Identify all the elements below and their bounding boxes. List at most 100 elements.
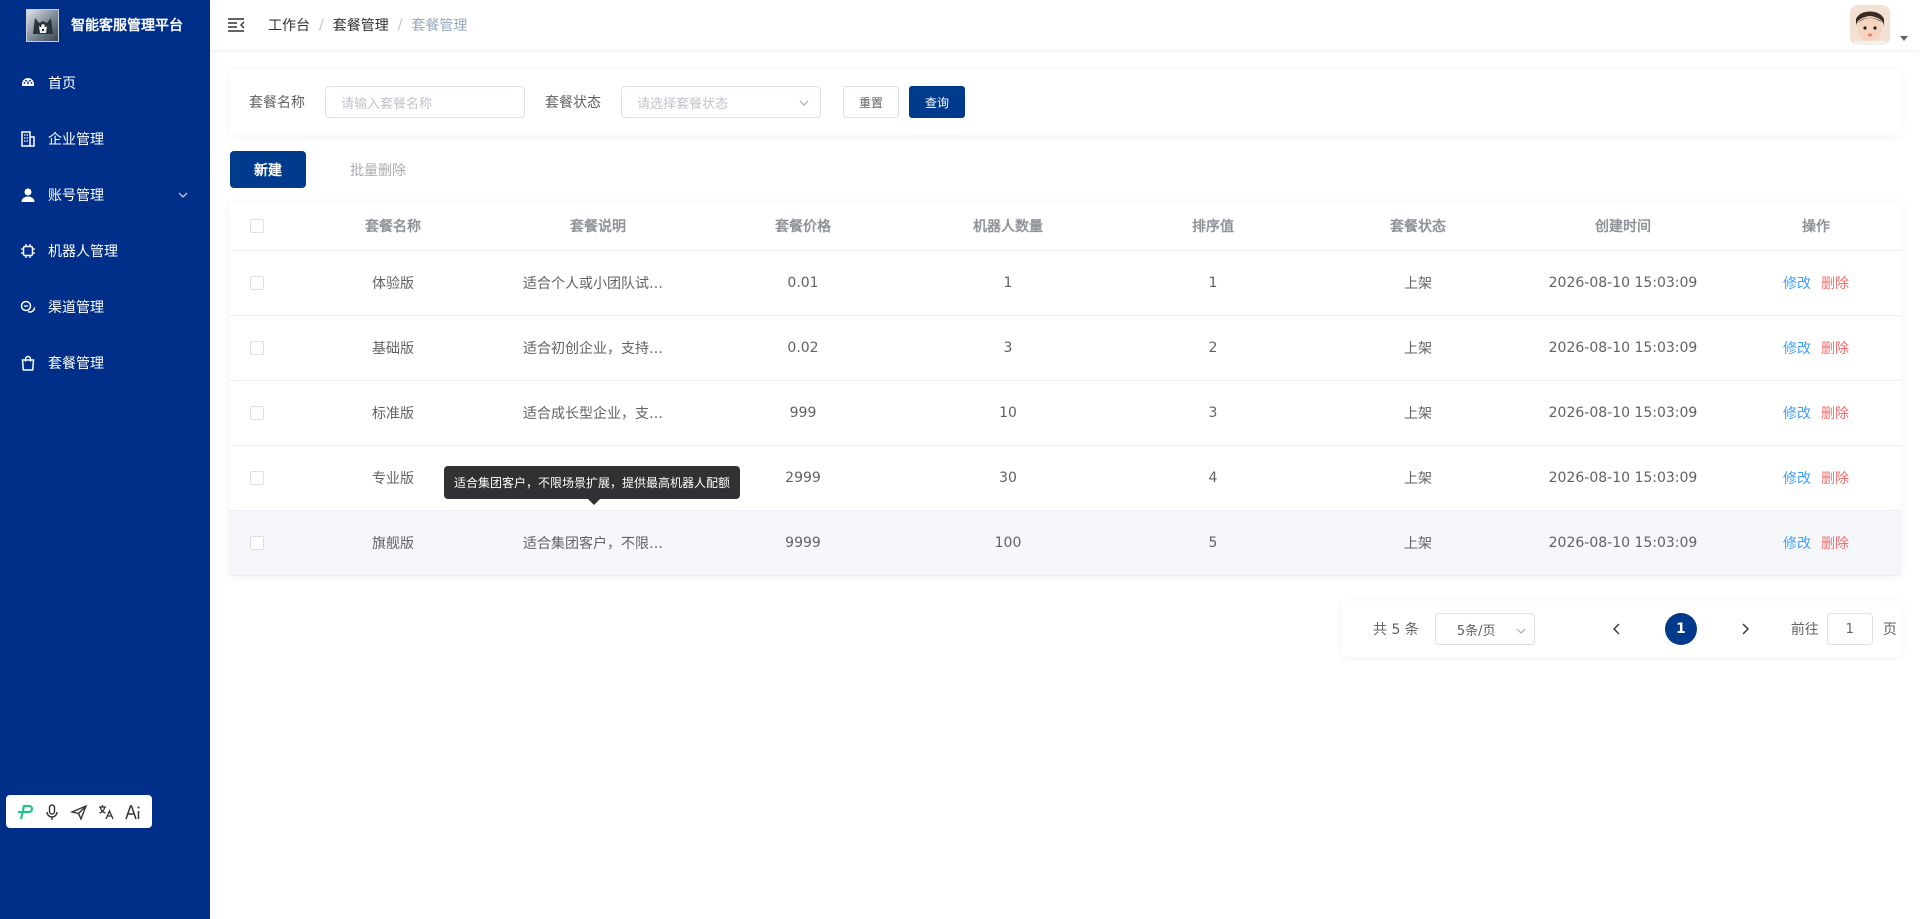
sidebar-item-packages[interactable]: 套餐管理 — [0, 335, 210, 391]
menu-fold-icon[interactable] — [226, 15, 246, 35]
cell-description[interactable]: 适合成长型企业，支持多业… — [501, 380, 695, 446]
cell-name: 体验版 — [285, 250, 501, 316]
delete-link[interactable]: 删除 — [1821, 406, 1849, 422]
cell-robots: 3 — [911, 315, 1105, 381]
delete-link[interactable]: 删除 — [1821, 341, 1849, 357]
delete-link[interactable]: 删除 — [1821, 471, 1849, 487]
description-tooltip: 适合集团客户，不限场景扩展，提供最高机器人配额 — [444, 466, 741, 505]
sidebar-menu: 首页 企业管理 账号管理 机器人管理 渠道管理 套餐管理 — [0, 55, 210, 391]
table-row: 标准版 适合成长型企业，支持多业… 999 10 3 上架 2026-08-10… — [229, 380, 1901, 446]
goto-label: 前往 — [1790, 622, 1819, 638]
cell-robots: 30 — [911, 445, 1105, 511]
column-header: 排序值 — [1105, 202, 1321, 251]
reset-button[interactable]: 重置 — [843, 86, 899, 118]
sidebar-item-channels[interactable]: 渠道管理 — [0, 279, 210, 335]
breadcrumb-separator: / — [397, 17, 403, 33]
package-table: 套餐名称 套餐说明 套餐价格 机器人数量 排序值 套餐状态 创建时间 操作 体验… — [229, 202, 1901, 576]
cell-created: 2026-08-10 15:03:09 — [1515, 315, 1731, 381]
row-select-cell — [229, 445, 285, 511]
send-icon[interactable] — [69, 802, 89, 822]
sidebar-item-label: 机器人管理 — [48, 244, 118, 260]
caret-down-icon[interactable] — [1900, 30, 1908, 46]
channel-icon — [20, 299, 36, 315]
page-size-select[interactable]: 5条/页 — [1434, 613, 1535, 645]
logo-bar: 智能客服管理平台 — [0, 0, 210, 50]
row-select-cell — [229, 315, 285, 381]
new-package-button[interactable]: 新建 — [230, 151, 306, 188]
dashboard-icon — [20, 75, 36, 91]
cell-price: 9999 — [695, 510, 911, 576]
package-status-select[interactable]: 请选择套餐状态 — [621, 86, 821, 118]
building-icon — [20, 131, 36, 147]
package-name-input[interactable]: 请输入套餐名称 — [325, 86, 525, 118]
edit-link[interactable]: 修改 — [1783, 406, 1811, 422]
cell-description[interactable]: 适合个人或小团队试用，含… — [501, 250, 695, 316]
cell-actions: 修改 删除 — [1731, 510, 1901, 576]
column-header: 操作 — [1731, 202, 1901, 251]
sidebar-item-label: 企业管理 — [48, 132, 104, 148]
goto-page-input[interactable]: 1 — [1826, 613, 1873, 645]
cell-name: 基础版 — [285, 315, 501, 381]
page-size-value: 5条/页 — [1456, 623, 1496, 639]
sidebar-item-label: 渠道管理 — [48, 300, 104, 316]
breadcrumb-item-workbench[interactable]: 工作台 — [268, 15, 310, 35]
prev-page-button[interactable] — [1601, 613, 1633, 645]
sidebar-item-robots[interactable]: 机器人管理 — [0, 223, 210, 279]
cell-status: 上架 — [1321, 380, 1515, 446]
cell-robots: 1 — [911, 250, 1105, 316]
cell-description[interactable]: 适合集团客户，不限场景扩… — [501, 510, 695, 576]
package-name-placeholder: 请输入套餐名称 — [341, 96, 433, 112]
column-header: 套餐价格 — [695, 202, 911, 251]
cell-sort: 1 — [1105, 250, 1321, 316]
cell-status: 上架 — [1321, 445, 1515, 511]
cell-created: 2026-08-10 15:03:09 — [1515, 510, 1731, 576]
search-form: 套餐名称 请输入套餐名称 套餐状态 请选择套餐状态 重置 查询 — [229, 69, 1901, 135]
batch-delete-button[interactable]: 批量删除 — [330, 151, 426, 188]
cell-actions: 修改 删除 — [1731, 380, 1901, 446]
user-avatar-image — [1850, 5, 1890, 45]
cell-price: 0.02 — [695, 315, 911, 381]
cell-actions: 修改 删除 — [1731, 250, 1901, 316]
next-page-button[interactable] — [1729, 613, 1761, 645]
app-logo — [26, 8, 59, 42]
page-number-current[interactable]: 1 — [1664, 613, 1697, 645]
chevron-left-icon — [1612, 623, 1620, 635]
cell-created: 2026-08-10 15:03:09 — [1515, 445, 1731, 511]
row-checkbox[interactable] — [250, 405, 264, 420]
table-row: 体验版 适合个人或小团队试用，含… 0.01 1 1 上架 2026-08-10… — [229, 250, 1901, 316]
sidebar-item-label: 套餐管理 — [48, 356, 104, 372]
cell-price: 999 — [695, 380, 911, 446]
edit-link[interactable]: 修改 — [1783, 536, 1811, 552]
row-checkbox[interactable] — [250, 470, 264, 485]
row-checkbox[interactable] — [250, 275, 264, 290]
microphone-icon[interactable] — [42, 802, 62, 822]
logo-p-icon[interactable] — [15, 802, 35, 822]
page-unit-label: 页 — [1882, 622, 1897, 638]
edit-link[interactable]: 修改 — [1783, 341, 1811, 357]
avatar[interactable] — [1850, 5, 1890, 45]
edit-link[interactable]: 修改 — [1783, 276, 1811, 292]
search-button[interactable]: 查询 — [909, 86, 965, 118]
ai-icon[interactable] — [123, 802, 143, 822]
cell-sort: 5 — [1105, 510, 1321, 576]
sidebar-item-enterprise[interactable]: 企业管理 — [0, 111, 210, 167]
delete-link[interactable]: 删除 — [1821, 276, 1849, 292]
row-checkbox[interactable] — [250, 535, 264, 550]
row-select-cell — [229, 380, 285, 446]
delete-link[interactable]: 删除 — [1821, 536, 1849, 552]
cell-sort: 4 — [1105, 445, 1321, 511]
cell-actions: 修改 删除 — [1731, 315, 1901, 381]
cell-description[interactable]: 适合初创企业，支持售前/… — [501, 315, 695, 381]
cell-created: 2026-08-10 15:03:09 — [1515, 250, 1731, 316]
translate-icon[interactable] — [96, 802, 116, 822]
sidebar-item-accounts[interactable]: 账号管理 — [0, 167, 210, 223]
pagination-total: 共 5 条 — [1373, 622, 1419, 638]
row-checkbox[interactable] — [250, 340, 264, 355]
edit-link[interactable]: 修改 — [1783, 471, 1811, 487]
pagination: 共 5 条 5条/页 1 前往 1 页 — [1342, 601, 1901, 657]
sidebar-item-home[interactable]: 首页 — [0, 55, 210, 111]
breadcrumb-item-packages[interactable]: 套餐管理 — [333, 15, 389, 35]
row-select-cell — [229, 250, 285, 316]
cell-status: 上架 — [1321, 510, 1515, 576]
select-all-checkbox[interactable] — [250, 218, 264, 233]
